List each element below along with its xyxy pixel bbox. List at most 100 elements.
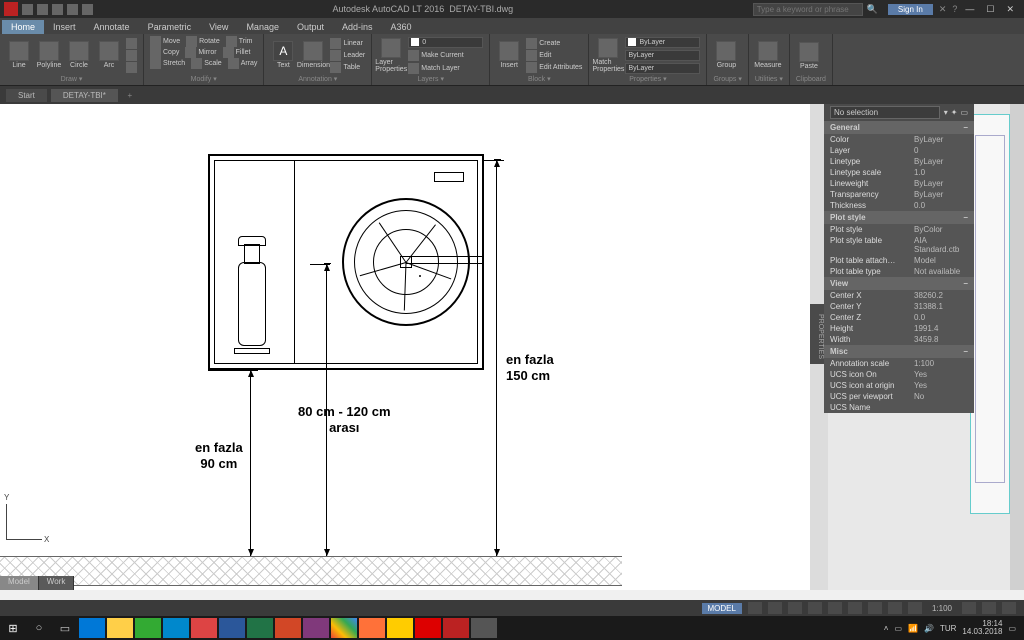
mirror-button[interactable]: Mirror [185,47,216,58]
props-section[interactable]: Misc– [824,345,974,358]
move-button[interactable]: Move [150,36,180,47]
stretch-button[interactable]: Stretch [150,58,185,69]
tb-app2-icon[interactable] [471,618,497,638]
tb-yandex-icon[interactable] [387,618,413,638]
tray-volume-icon[interactable]: 🔊 [924,624,934,633]
line-button[interactable]: Line [6,41,32,69]
props-row[interactable]: TransparencyByLayer [824,189,974,200]
layout-work[interactable]: Work [39,576,75,590]
tb-onenote-icon[interactable] [303,618,329,638]
tab-home[interactable]: Home [2,20,44,34]
insert-button[interactable]: Insert [496,41,522,69]
tb-mail-icon[interactable] [191,618,217,638]
help-icon[interactable]: ? [952,4,957,15]
draw-extra2-icon[interactable] [126,50,137,61]
props-quick-icon[interactable]: ✦ [951,108,958,117]
color-combo[interactable]: ByLayer [625,37,700,48]
props-section[interactable]: Plot style– [824,211,974,224]
create-block-button[interactable]: Create [526,38,582,49]
trim-button[interactable]: Trim [226,36,253,47]
tb-store-icon[interactable] [135,618,161,638]
tb-ppt-icon[interactable] [275,618,301,638]
lineweight-combo[interactable]: ByLayer [625,50,700,61]
props-row[interactable]: Plot styleByColor [824,224,974,235]
tab-view[interactable]: View [200,20,237,34]
status-cycling-icon[interactable] [888,602,902,614]
qat-new-icon[interactable] [22,4,33,15]
props-row[interactable]: UCS per viewportNo [824,391,974,402]
props-pim-icon[interactable]: ▾ [944,108,948,117]
props-row[interactable]: Plot style tableAIA Standard.ctb [824,235,974,255]
tray-notifications-icon[interactable]: ▭ [1008,624,1016,633]
tab-a360[interactable]: A360 [382,20,421,34]
status-osnap-icon[interactable] [828,602,842,614]
status-scale[interactable]: 1:100 [928,604,956,613]
props-row[interactable]: UCS icon OnYes [824,369,974,380]
status-ortho-icon[interactable] [788,602,802,614]
qat-undo-icon[interactable] [67,4,78,15]
arc-button[interactable]: Arc [96,41,122,69]
props-section[interactable]: View– [824,277,974,290]
props-row[interactable]: Linetype scale1.0 [824,167,974,178]
paste-button[interactable]: Paste [796,42,822,70]
tb-explorer-icon[interactable] [107,618,133,638]
linetype-combo[interactable]: ByLayer [625,63,700,74]
tray-date[interactable]: 14.03.2018 [962,628,1002,636]
scale-button[interactable]: Scale [191,58,222,69]
table-button[interactable]: Table [330,62,365,73]
copy-button[interactable]: Copy [150,47,179,58]
tab-parametric[interactable]: Parametric [139,20,201,34]
filetab-add-button[interactable]: + [122,91,138,100]
close-button[interactable]: ✕ [1006,4,1014,15]
props-section[interactable]: General– [824,121,974,134]
leader-button[interactable]: Leader [330,50,365,61]
props-row[interactable]: LineweightByLayer [824,178,974,189]
layer-combo[interactable]: 0 [408,37,483,48]
props-row[interactable]: Plot table attach…Model [824,255,974,266]
props-row[interactable]: Thickness0.0 [824,200,974,211]
props-row[interactable]: ColorByLayer [824,134,974,145]
rotate-button[interactable]: Rotate [186,36,220,47]
edit-block-button[interactable]: Edit [526,50,582,61]
props-selection-combo[interactable]: No selection [830,106,940,119]
props-row[interactable]: Width3459.8 [824,334,974,345]
tab-insert[interactable]: Insert [44,20,85,34]
tb-edge-icon[interactable] [79,618,105,638]
status-annomonitor-icon[interactable] [908,602,922,614]
props-row[interactable]: UCS icon at originYes [824,380,974,391]
tb-acad-icon[interactable] [443,618,469,638]
status-custom-icon[interactable] [1002,602,1016,614]
props-row[interactable]: Plot table typeNot available [824,266,974,277]
properties-tab[interactable]: PROPERTIES [810,304,824,364]
qat-redo-icon[interactable] [82,4,93,15]
status-lwt-icon[interactable] [848,602,862,614]
status-model-button[interactable]: MODEL [702,603,742,614]
props-row[interactable]: Center X38260.2 [824,290,974,301]
draw-extra3-icon[interactable] [126,62,137,73]
array-button[interactable]: Array [228,58,258,69]
props-row[interactable]: LinetypeByLayer [824,156,974,167]
status-transparency-icon[interactable] [868,602,882,614]
match-properties-button[interactable]: Match Properties [595,38,621,73]
status-snap-icon[interactable] [768,602,782,614]
properties-panel[interactable]: PROPERTIES No selection ▾✦▭ General–Colo… [824,104,974,413]
model-canvas[interactable]: en fazla 90 cm 80 cm - 120 cm arası en f… [0,104,822,590]
status-grid-icon[interactable] [748,602,762,614]
tray-lang[interactable]: TUR [940,624,956,633]
props-row[interactable]: Height1991.4 [824,323,974,334]
props-row[interactable]: UCS Name [824,402,974,413]
filetab-current[interactable]: DETAY-TBI* [51,89,118,102]
search-icon[interactable]: 🔍 [867,4,878,15]
tab-manage[interactable]: Manage [237,20,288,34]
props-row[interactable]: Annotation scale1:100 [824,358,974,369]
exchange-icon[interactable]: ✕ [939,4,947,15]
minimap-panel[interactable] [970,114,1010,514]
layer-properties-button[interactable]: Layer Properties [378,38,404,73]
match-layer-button[interactable]: Match Layer [408,63,483,74]
tab-output[interactable]: Output [288,20,333,34]
help-search-input[interactable] [753,3,863,16]
dimension-button[interactable]: Dimension [300,41,326,69]
tb-firefox-icon[interactable] [359,618,385,638]
circle-button[interactable]: Circle [66,41,92,69]
linear-button[interactable]: Linear [330,38,365,49]
